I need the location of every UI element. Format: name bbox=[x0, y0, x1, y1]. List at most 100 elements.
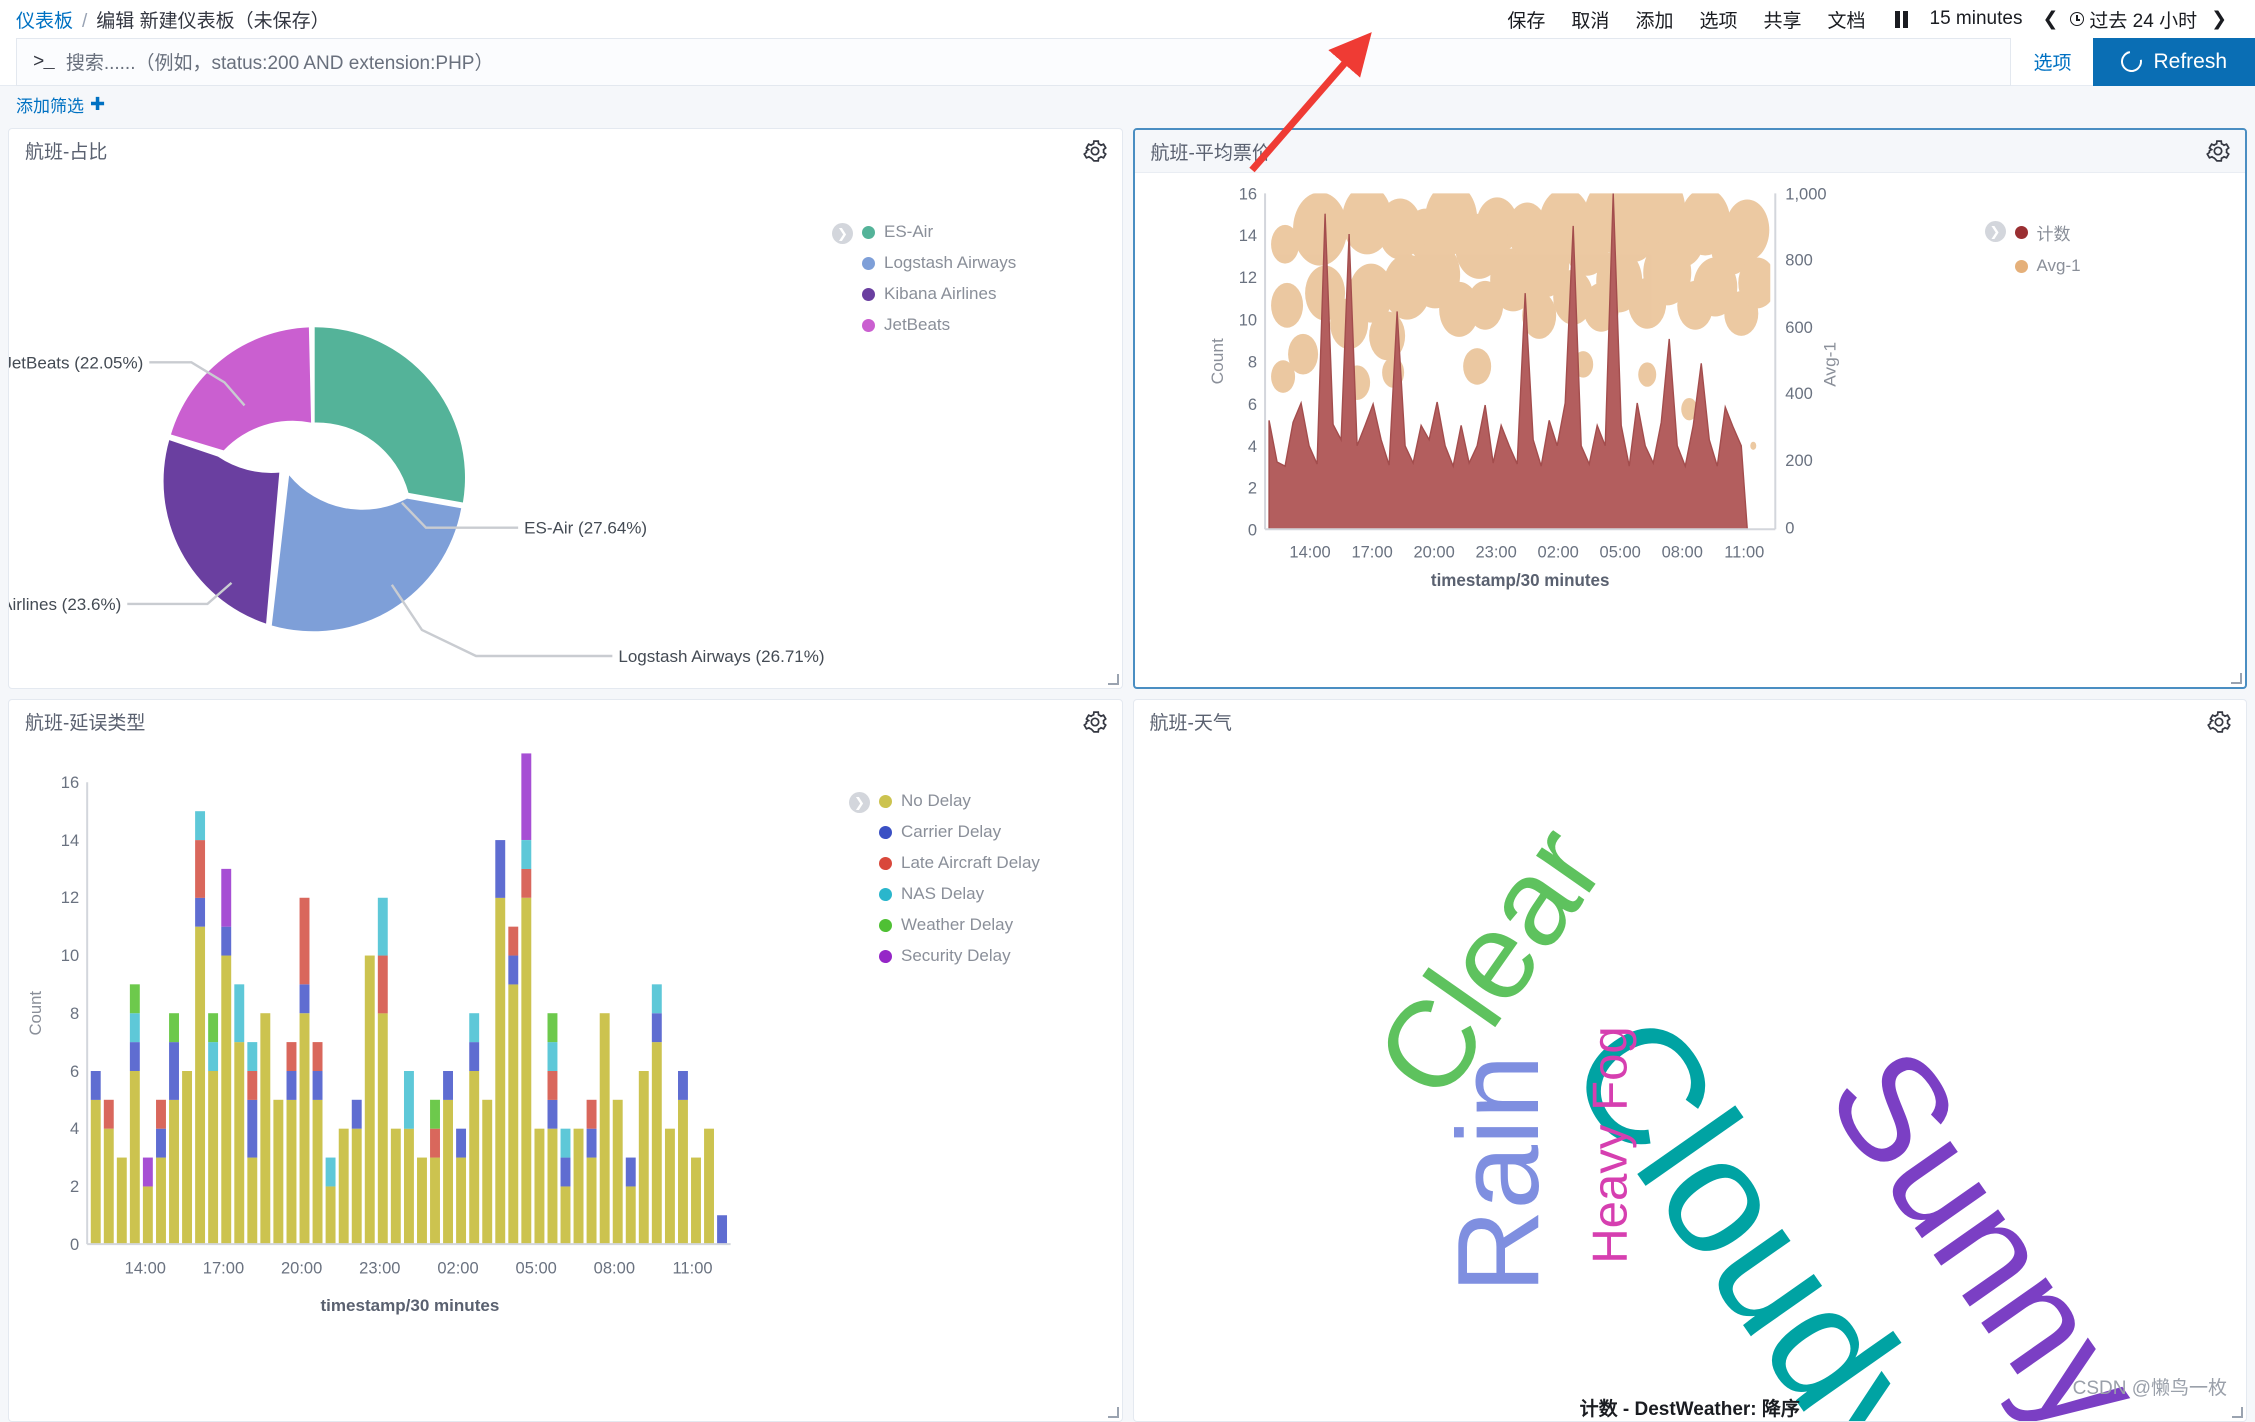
bar-segment[interactable] bbox=[260, 1013, 270, 1244]
bar-segment[interactable] bbox=[130, 984, 140, 1013]
bar-segment[interactable] bbox=[548, 1129, 558, 1244]
bar-segment[interactable] bbox=[195, 840, 205, 898]
bar-segment[interactable] bbox=[639, 1071, 649, 1244]
wordcloud-word-heavy-fog[interactable]: Heavy Fog bbox=[1583, 1026, 1637, 1264]
bar-segment[interactable] bbox=[548, 1042, 558, 1071]
bar-segment[interactable] bbox=[469, 1013, 479, 1042]
share-button[interactable]: 共享 bbox=[1750, 6, 1814, 33]
bar-segment[interactable] bbox=[156, 1129, 166, 1158]
pie-slice-logstash[interactable] bbox=[272, 475, 461, 631]
bar-segment[interactable] bbox=[613, 1100, 623, 1244]
next-time-button[interactable]: ❯ bbox=[2201, 8, 2237, 31]
bar-segment[interactable] bbox=[300, 898, 310, 985]
legend-collapse-icon[interactable]: ❯ bbox=[832, 223, 853, 244]
bar-segment[interactable] bbox=[534, 1129, 544, 1244]
bar-segment[interactable] bbox=[195, 898, 205, 927]
breadcrumb-root[interactable]: 仪表板 bbox=[16, 6, 73, 33]
bar-segment[interactable] bbox=[665, 1129, 675, 1244]
bar-segment[interactable] bbox=[247, 1042, 257, 1071]
bar-segment[interactable] bbox=[521, 898, 531, 1244]
bar-segment[interactable] bbox=[326, 1186, 336, 1244]
bar-segment[interactable] bbox=[521, 869, 531, 898]
gear-icon[interactable] bbox=[2205, 138, 2231, 164]
prev-time-button[interactable]: ❮ bbox=[2032, 8, 2068, 31]
bar-segment[interactable] bbox=[626, 1158, 636, 1187]
panel-resize-handle[interactable] bbox=[1107, 673, 1119, 685]
bar-segment[interactable] bbox=[600, 1013, 610, 1244]
bar-segment[interactable] bbox=[352, 1129, 362, 1244]
bar-segment[interactable] bbox=[104, 1129, 114, 1244]
bar-segment[interactable] bbox=[378, 1013, 388, 1244]
bar-segment[interactable] bbox=[495, 840, 505, 898]
bar-segment[interactable] bbox=[626, 1186, 636, 1244]
bar-segment[interactable] bbox=[130, 1042, 140, 1071]
bar-segment[interactable] bbox=[195, 927, 205, 1244]
legend-item-kibana[interactable]: Kibana Airlines bbox=[862, 284, 1016, 304]
bar-segment[interactable] bbox=[287, 1071, 297, 1100]
docs-button[interactable]: 文档 bbox=[1814, 6, 1878, 33]
bar-segment[interactable] bbox=[678, 1100, 688, 1244]
bar-segment[interactable] bbox=[691, 1158, 701, 1245]
bar-segment[interactable] bbox=[443, 1071, 453, 1100]
legend-item-late-aircraft-delay[interactable]: Late Aircraft Delay bbox=[879, 853, 1040, 873]
bar-segment[interactable] bbox=[104, 1100, 114, 1129]
bar-segment[interactable] bbox=[469, 1071, 479, 1244]
bar-segment[interactable] bbox=[508, 984, 518, 1244]
bar-segment[interactable] bbox=[143, 1186, 153, 1244]
bar-segment[interactable] bbox=[430, 1129, 440, 1158]
bar-segment[interactable] bbox=[495, 898, 505, 1244]
pie-slice-kibana[interactable] bbox=[164, 440, 280, 624]
bar-segment[interactable] bbox=[169, 1042, 179, 1100]
bar-segment[interactable] bbox=[521, 753, 531, 840]
gear-icon[interactable] bbox=[2206, 709, 2232, 735]
bar-segment[interactable] bbox=[221, 869, 231, 927]
bar-segment[interactable] bbox=[417, 1158, 427, 1245]
bar-segment[interactable] bbox=[247, 1100, 257, 1158]
bar-segment[interactable] bbox=[91, 1071, 101, 1100]
bar-segment[interactable] bbox=[456, 1129, 466, 1158]
legend-item-weather-delay[interactable]: Weather Delay bbox=[879, 915, 1040, 935]
bar-segment[interactable] bbox=[247, 1071, 257, 1100]
refresh-interval-label[interactable]: 15 minutes bbox=[1920, 8, 2033, 30]
legend-item-count[interactable]: 计数 bbox=[2015, 220, 2081, 245]
bar-segment[interactable] bbox=[117, 1158, 127, 1245]
bar-segment[interactable] bbox=[652, 1042, 662, 1244]
bar-segment[interactable] bbox=[404, 1071, 414, 1129]
bar-segment[interactable] bbox=[91, 1100, 101, 1244]
bar-segment[interactable] bbox=[508, 956, 518, 985]
panel-avg-ticket-price[interactable]: 航班-平均票价 16 14 12 10 8 6 4 bbox=[1133, 128, 2248, 689]
bar-segment[interactable] bbox=[169, 1013, 179, 1042]
legend-item-avg1[interactable]: Avg-1 bbox=[2015, 256, 2081, 276]
gear-icon[interactable] bbox=[1082, 138, 1108, 164]
bar-segment[interactable] bbox=[508, 927, 518, 956]
bar-segment[interactable] bbox=[182, 1071, 192, 1244]
bar-segment[interactable] bbox=[391, 1129, 401, 1244]
legend-collapse-icon[interactable]: ❯ bbox=[1985, 221, 2006, 242]
bar-segment[interactable] bbox=[430, 1158, 440, 1245]
panel-resize-handle[interactable] bbox=[1107, 1406, 1119, 1418]
bar-segment[interactable] bbox=[208, 1042, 218, 1071]
cancel-button[interactable]: 取消 bbox=[1558, 6, 1622, 33]
save-button[interactable]: 保存 bbox=[1494, 6, 1558, 33]
word-cloud[interactable]: Clear Cloudy Sunny Rain Heavy Fog bbox=[1134, 743, 2247, 1421]
bar-segment[interactable] bbox=[548, 1071, 558, 1100]
bar-segment[interactable] bbox=[443, 1100, 453, 1244]
bar-segment[interactable] bbox=[130, 1071, 140, 1244]
options-button[interactable]: 选项 bbox=[1686, 6, 1750, 33]
bar-segment[interactable] bbox=[456, 1158, 466, 1245]
search-input[interactable]: >_ 搜索......（例如，status:200 AND extension:… bbox=[16, 38, 2011, 86]
panel-resize-handle[interactable] bbox=[2231, 1406, 2243, 1418]
bar-segment[interactable] bbox=[352, 1100, 362, 1129]
bar-segment[interactable] bbox=[365, 956, 375, 1245]
bar-segment[interactable] bbox=[548, 1013, 558, 1042]
bar-segment[interactable] bbox=[326, 1158, 336, 1187]
bar-segment[interactable] bbox=[704, 1129, 714, 1244]
bar-segment[interactable] bbox=[482, 1100, 492, 1244]
bar-segment[interactable] bbox=[234, 1042, 244, 1244]
bar-segment[interactable] bbox=[143, 1158, 153, 1187]
bar-segment[interactable] bbox=[404, 1129, 414, 1244]
add-button[interactable]: 添加 bbox=[1622, 6, 1686, 33]
bar-segment[interactable] bbox=[273, 1100, 283, 1244]
query-options-link[interactable]: 选项 bbox=[2011, 48, 2093, 75]
bar-segment[interactable] bbox=[548, 1100, 558, 1129]
